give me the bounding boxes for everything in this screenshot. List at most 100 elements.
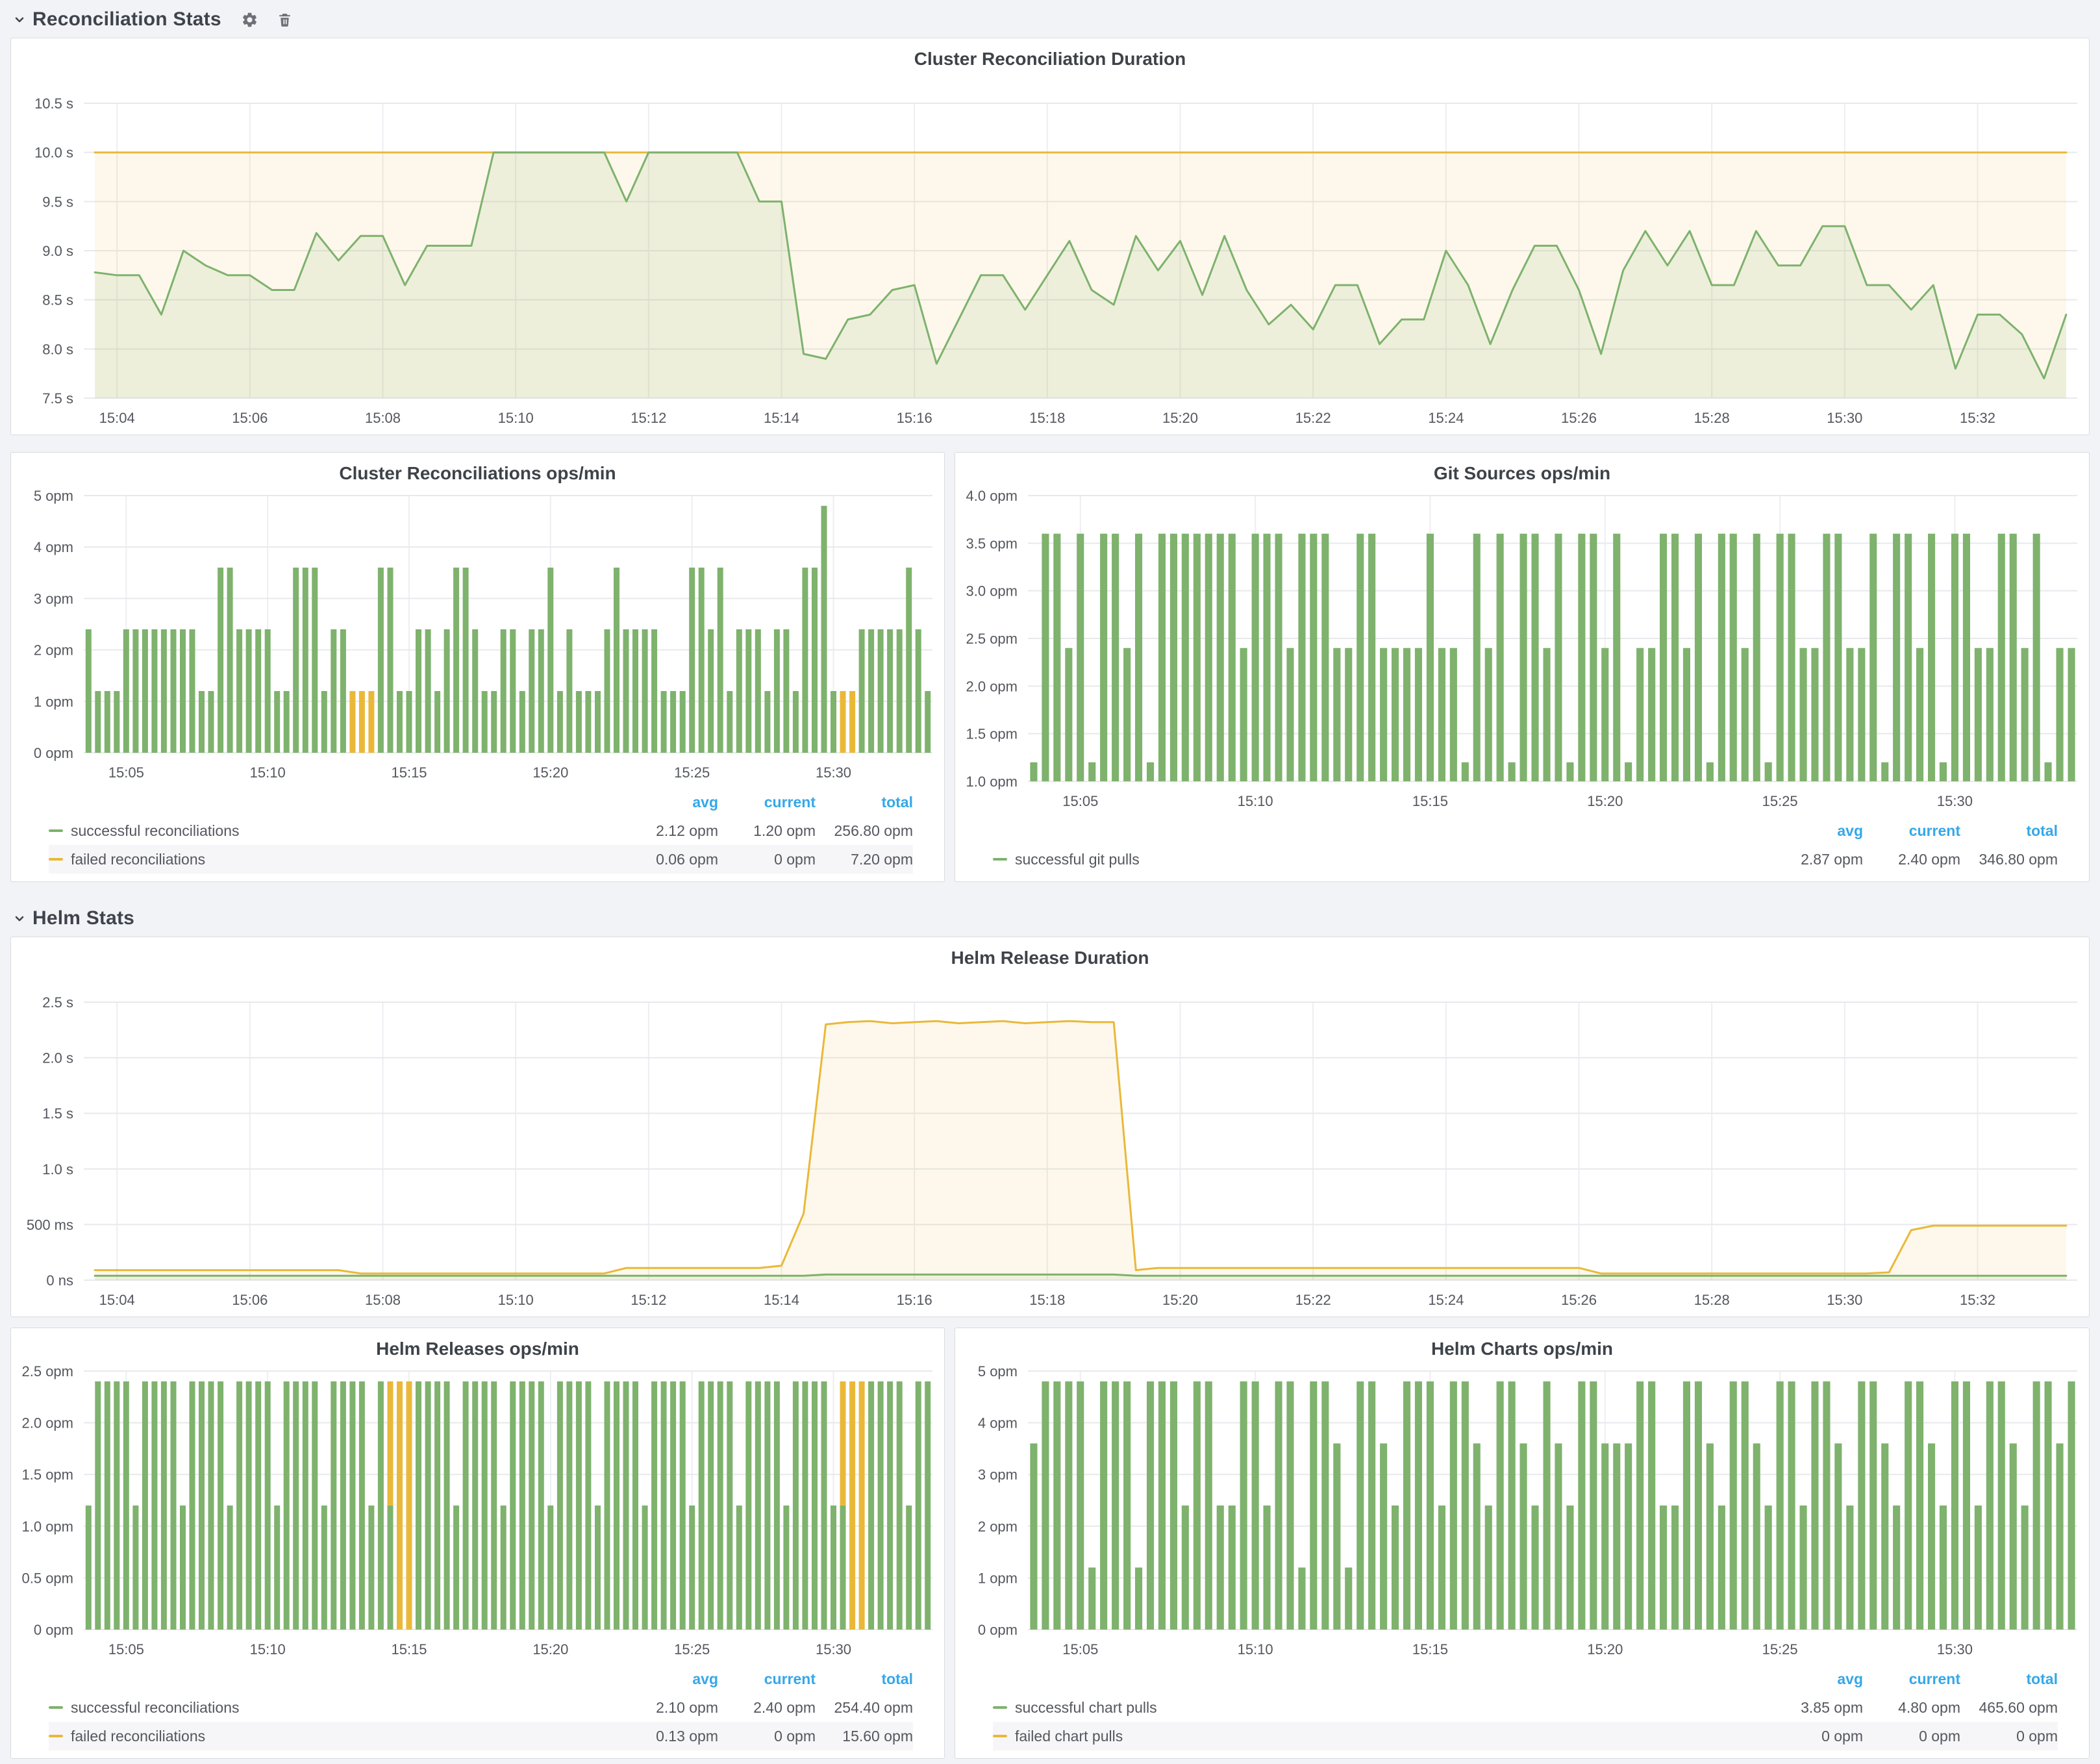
cluster-reconciliation-duration-chart[interactable]: 15:0415:0615:0815:1015:1215:1415:1615:18… (11, 73, 2089, 435)
y-tick-label: 0 opm (34, 1622, 73, 1638)
panel-title[interactable]: Helm Charts ops/min (955, 1328, 2089, 1363)
git-sources-opm-chart[interactable]: 15:0515:1015:1515:2015:2515:301.0 opm1.5… (955, 488, 2089, 816)
helm-charts-opm-chart[interactable]: 15:0515:1015:1515:2015:2515:300 opm1 opm… (955, 1363, 2089, 1665)
cluster-reconciliations-opm-chart[interactable]: 15:0515:1015:1515:2015:2515:300 opm1 opm… (11, 488, 944, 788)
y-tick-label: 2.5 opm (22, 1363, 74, 1380)
x-tick-label: 15:25 (674, 1641, 710, 1657)
section-title: Reconciliation Stats (32, 8, 221, 31)
x-tick-label: 15:20 (1162, 410, 1198, 426)
panel-title[interactable]: Helm Releases ops/min (11, 1328, 944, 1363)
legend-series-toggle[interactable]: failed chart pulls (993, 1728, 1766, 1745)
legend-stat-total: 256.80 opm (816, 822, 913, 840)
legend-series-toggle[interactable]: successful reconciliations (49, 822, 621, 840)
legend-stat-total: 7.20 opm (816, 851, 913, 868)
y-tick-label: 9.0 s (42, 243, 73, 259)
legend-col-total[interactable]: total (1960, 822, 2058, 840)
chart-canvas: 15:0515:1015:1515:2015:2515:300 opm1 opm… (955, 1363, 2089, 1665)
y-tick-label: 1.5 s (42, 1105, 73, 1122)
legend-stat-current: 2.40 opm (718, 1699, 816, 1717)
legend-col-avg[interactable]: avg (1766, 822, 1863, 840)
y-axis: 0 opm1 opm2 opm3 opm4 opm5 opm (978, 1363, 2077, 1638)
legend-stat-avg: 3.85 opm (1766, 1699, 1863, 1717)
legend-col-total[interactable]: total (816, 1670, 913, 1688)
legend-col-avg[interactable]: avg (621, 1670, 718, 1688)
legend-col-current[interactable]: current (1863, 1670, 1960, 1688)
legend-series-toggle[interactable]: successful git pulls (993, 851, 1766, 868)
y-tick-label: 1 opm (34, 694, 73, 710)
legend-git-sources: avgcurrenttotalsuccessful git pulls2.87 … (955, 816, 2089, 881)
legend-col-current[interactable]: current (718, 794, 816, 811)
legend-stat-current: 0 opm (1863, 1728, 1960, 1745)
panel-title[interactable]: Helm Release Duration (11, 937, 2089, 972)
legend-col-total[interactable]: total (816, 794, 913, 811)
legend-stat-total: 346.80 opm (1960, 851, 2058, 868)
x-tick-label: 15:25 (1762, 1641, 1798, 1657)
legend-row: successful chart pulls3.85 opm4.80 opm46… (993, 1693, 2058, 1722)
x-tick-label: 15:15 (1412, 793, 1448, 809)
x-tick-label: 15:20 (532, 764, 568, 781)
legend-series-toggle[interactable]: failed reconciliations (49, 1728, 621, 1745)
legend-series-name: successful git pulls (1015, 851, 1140, 868)
legend-col-current[interactable]: current (1863, 822, 1960, 840)
helm-releases-opm-chart[interactable]: 15:0515:1015:1515:2015:2515:300 opm0.5 o… (11, 1363, 944, 1665)
section-header-reconciliation-stats[interactable]: Reconciliation Stats (12, 6, 2090, 32)
panel-title[interactable]: Git Sources ops/min (955, 453, 2089, 488)
y-tick-label: 1.0 opm (966, 774, 1018, 790)
legend-cluster-reconciliations: avgcurrenttotal successful reconciliation… (11, 788, 944, 881)
row-settings-button[interactable] (241, 11, 258, 29)
legend-helm-releases: avgcurrenttotal successful reconciliation… (11, 1665, 944, 1758)
legend-stat-total: 0 opm (1960, 1728, 2058, 1745)
section-header-helm-stats[interactable]: Helm Stats (12, 905, 2090, 931)
legend-helm-charts: avgcurrenttotal successful chart pulls3.8… (955, 1665, 2089, 1758)
x-tick-label: 15:14 (764, 410, 799, 426)
panel-title[interactable]: Cluster Reconciliations ops/min (11, 453, 944, 488)
y-tick-label: 2 opm (34, 642, 73, 659)
x-tick-label: 15:30 (1827, 1292, 1862, 1308)
legend-col-total[interactable]: total (1960, 1670, 2058, 1688)
x-tick-label: 15:30 (1937, 1641, 1973, 1657)
y-tick-label: 8.0 s (42, 341, 73, 357)
legend-stat-avg: 0 opm (1766, 1728, 1863, 1745)
x-tick-label: 15:10 (1238, 1641, 1273, 1657)
x-tick-label: 15:12 (631, 1292, 666, 1308)
y-tick-label: 0 opm (978, 1622, 1018, 1638)
legend-series-swatch (49, 829, 63, 832)
x-tick-label: 15:04 (99, 410, 135, 426)
panel-helm-release-duration: Helm Release Duration 15:0415:0615:0815:… (10, 937, 2090, 1317)
helm-release-duration-chart[interactable]: 15:0415:0615:0815:1015:1215:1415:1615:18… (11, 972, 2089, 1317)
x-tick-label: 15:04 (99, 1292, 135, 1308)
y-tick-label: 0 opm (34, 745, 73, 761)
series-successful-git-pulls (1030, 534, 2075, 781)
x-tick-label: 15:30 (1937, 793, 1973, 809)
legend-col-avg[interactable]: avg (1766, 1670, 1863, 1688)
legend-stat-total: 254.40 opm (816, 1699, 913, 1717)
x-tick-label: 15:18 (1029, 1292, 1065, 1308)
x-tick-label: 15:32 (1960, 410, 1995, 426)
series-helm-release-duration (95, 1021, 2066, 1280)
legend-stat-avg: 0.06 opm (621, 851, 718, 868)
panel-git-sources-opm: Git Sources ops/min 15:0515:1015:1515:20… (955, 452, 2090, 882)
y-tick-label: 10.0 s (34, 145, 73, 161)
legend-series-toggle[interactable]: failed reconciliations (49, 851, 621, 868)
y-tick-label: 4.0 opm (966, 488, 1018, 504)
legend-series-name: successful reconciliations (71, 1699, 240, 1717)
x-tick-label: 15:08 (365, 410, 401, 426)
x-tick-label: 15:24 (1428, 410, 1464, 426)
legend-series-toggle[interactable]: successful reconciliations (49, 1699, 621, 1717)
legend-col-avg[interactable]: avg (621, 794, 718, 811)
x-tick-label: 15:16 (897, 1292, 932, 1308)
y-tick-label: 2.5 s (42, 994, 73, 1011)
legend-col-current[interactable]: current (718, 1670, 816, 1688)
legend-series-name: failed reconciliations (71, 851, 205, 868)
panel-title[interactable]: Cluster Reconciliation Duration (11, 38, 2089, 73)
x-tick-label: 15:10 (498, 1292, 534, 1308)
row-delete-button[interactable] (277, 12, 293, 28)
x-tick-label: 15:14 (764, 1292, 799, 1308)
x-tick-label: 15:08 (365, 1292, 401, 1308)
y-tick-label: 3 opm (978, 1467, 1018, 1483)
x-tick-label: 15:30 (1827, 410, 1862, 426)
section-title: Helm Stats (32, 907, 134, 929)
y-tick-label: 2.0 s (42, 1050, 73, 1066)
x-tick-label: 15:28 (1694, 410, 1730, 426)
legend-series-toggle[interactable]: successful chart pulls (993, 1699, 1766, 1717)
